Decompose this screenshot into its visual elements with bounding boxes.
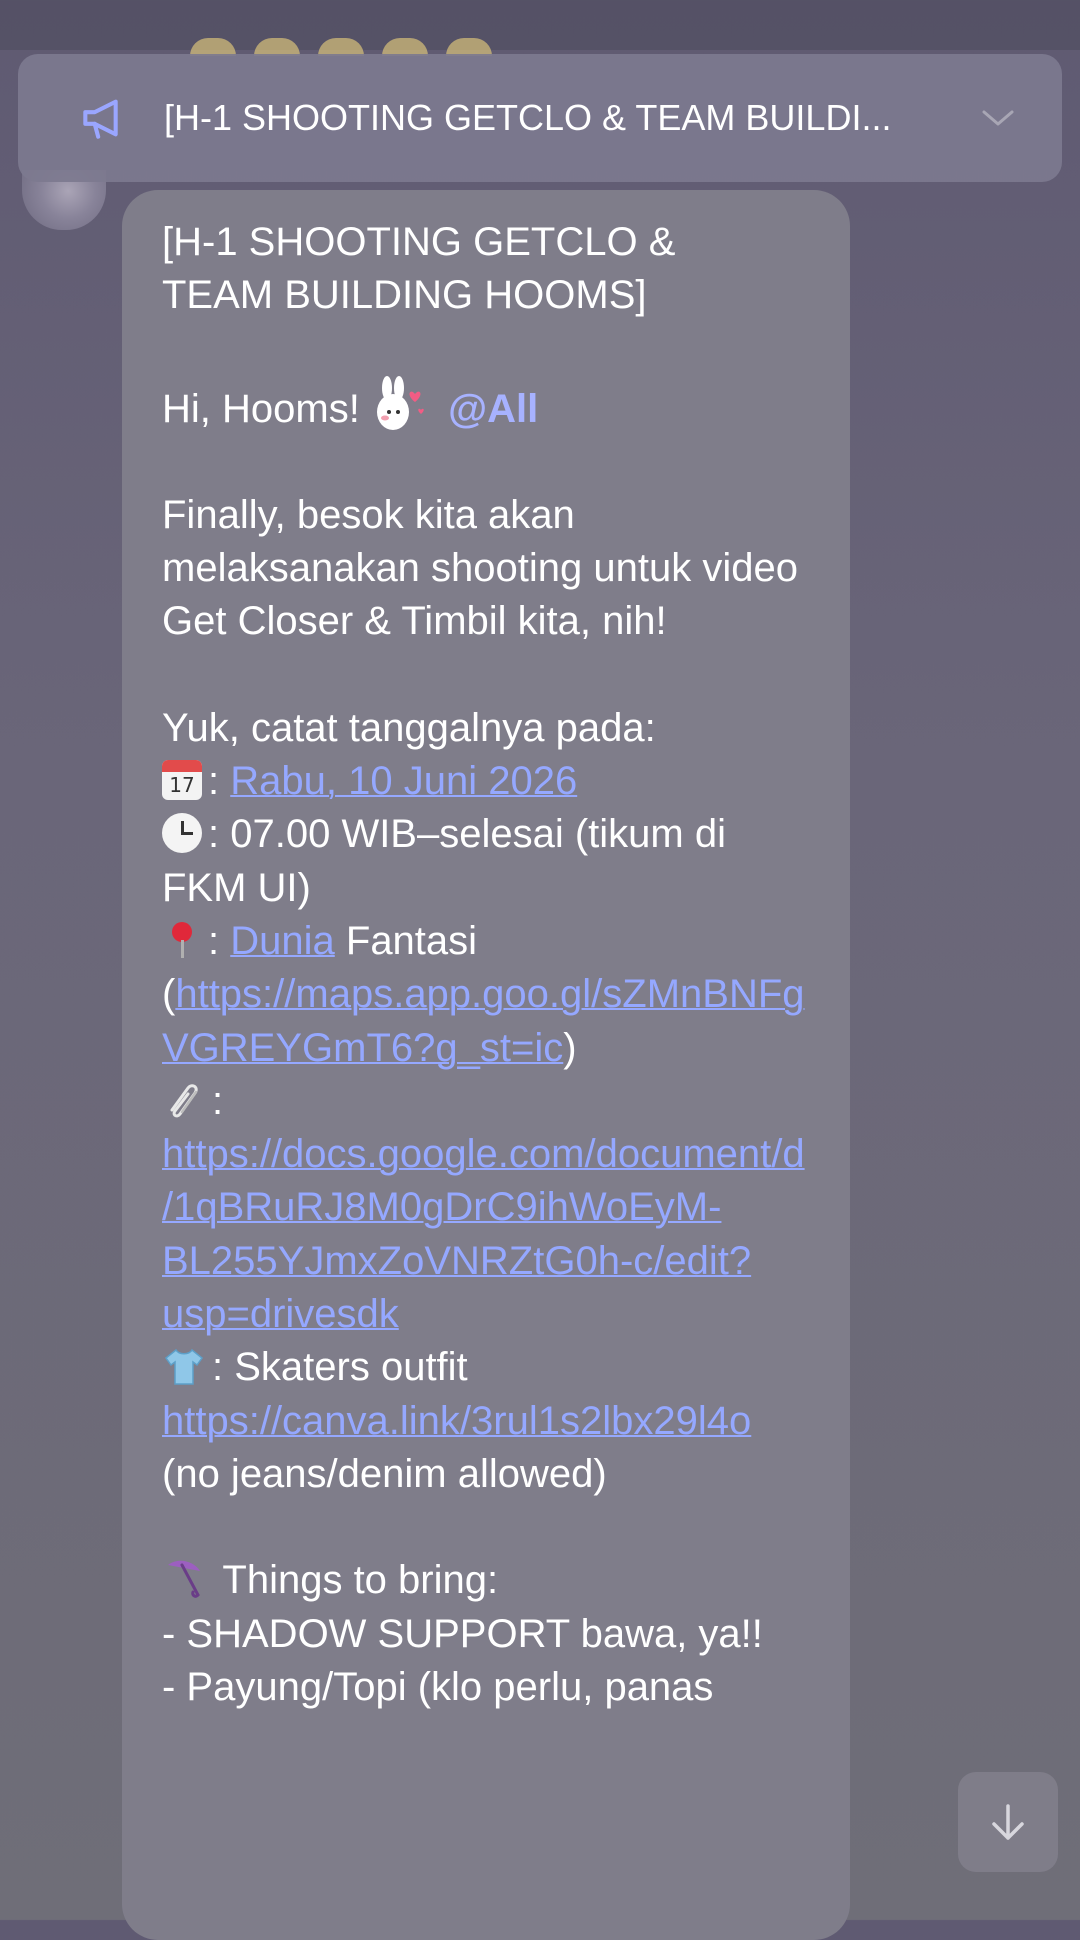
chevron-down-icon[interactable] xyxy=(974,94,1022,142)
intro-text: Finally, besok kita akan melaksanakan sh… xyxy=(162,492,810,644)
message-bubble[interactable]: [H-1 SHOOTING GETCLO & TEAM BUILDING HOOM… xyxy=(122,190,850,1940)
clock-icon xyxy=(162,813,202,854)
scroll-to-bottom-button[interactable] xyxy=(958,1772,1058,1872)
announcement-text: [H-1 SHOOTING GETCLO & TEAM BUILDI... xyxy=(164,97,892,138)
bring-item-1: - SHADOW SUPPORT bawa, ya!! xyxy=(162,1611,763,1656)
announcement-banner[interactable]: [H-1 SHOOTING GETCLO & TEAM BUILDI... xyxy=(18,54,1062,182)
place-link[interactable]: Dunia xyxy=(230,919,335,963)
message-title: [H-1 SHOOTING GETCLO & TEAM BUILDING HOOM… xyxy=(162,220,676,318)
calendar-icon: 17 xyxy=(162,760,202,801)
mention-all[interactable]: @All xyxy=(448,387,538,431)
umbrella-icon xyxy=(168,1560,200,1598)
outfit-text: : Skaters outfit xyxy=(212,1345,479,1390)
greeting: Hi, Hooms! xyxy=(162,386,360,431)
paperclip-icon xyxy=(170,1084,198,1118)
outfit-link[interactable]: https://canva.link/3rul1s2lbx29l4o xyxy=(162,1399,751,1443)
doc-link[interactable]: https://docs.google.com/document/d/1qBRu… xyxy=(162,1132,805,1336)
bring-item-2: - Payung/Topi (klo perlu, panas xyxy=(162,1664,714,1709)
megaphone-icon xyxy=(83,99,118,139)
arrow-down-icon xyxy=(992,1804,1024,1840)
bunny-sticker-icon xyxy=(376,375,424,430)
location-pin-icon xyxy=(162,920,202,960)
maps-link[interactable]: https://maps.app.goo.gl/sZMnBNFgVGREYGmT… xyxy=(162,972,805,1069)
date-intro: Yuk, catat tanggalnya pada: xyxy=(162,705,656,750)
message-body: [H-1 SHOOTING GETCLO & TEAM BUILDING HOOM… xyxy=(162,220,810,1709)
time-text: : 07.00 WIB–selesai (tikum di FKM UI) xyxy=(162,812,738,910)
bring-title: Things to bring: xyxy=(212,1558,499,1603)
status-strip xyxy=(0,0,1080,50)
tshirt-icon xyxy=(164,1349,204,1386)
date-link[interactable]: Rabu, 10 Juni 2026 xyxy=(230,759,577,803)
